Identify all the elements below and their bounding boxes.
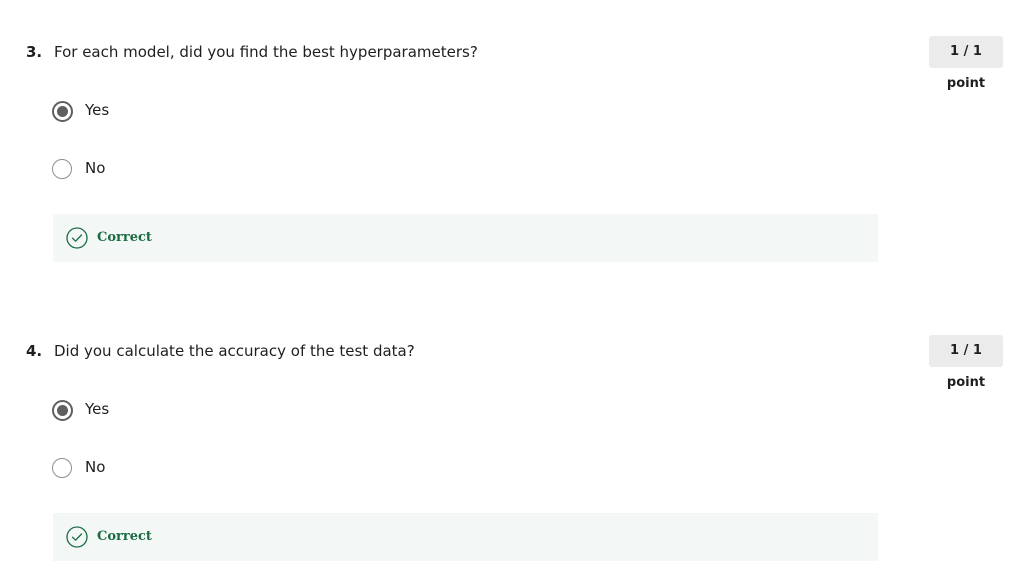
option-label: No — [85, 159, 106, 177]
feedback-correct: Correct — [53, 513, 878, 561]
feedback-label: Correct — [97, 529, 152, 544]
points-badge: 1 / 1 point — [929, 36, 1003, 91]
question-number: 4. — [26, 342, 43, 360]
radio-button-selected[interactable] — [52, 400, 73, 421]
question-number: 3. — [26, 43, 43, 61]
feedback-label: Correct — [97, 230, 152, 245]
question-header: 3. For each model, did you find the best… — [0, 36, 1023, 91]
option-label: No — [85, 458, 106, 476]
radio-button-selected[interactable] — [52, 101, 73, 122]
option-label: Yes — [85, 101, 110, 119]
check-circle-icon — [66, 227, 88, 249]
option-label: Yes — [85, 400, 110, 418]
points-badge: 1 / 1 point — [929, 335, 1003, 390]
question-text: For each model, did you find the best hy… — [54, 43, 478, 61]
radio-button[interactable] — [52, 458, 72, 478]
feedback-correct: Correct — [53, 214, 878, 262]
question-text: Did you calculate the accuracy of the te… — [54, 342, 415, 360]
radio-button[interactable] — [52, 159, 72, 179]
question-header: 4. Did you calculate the accuracy of the… — [0, 335, 1023, 390]
check-circle-icon — [66, 526, 88, 548]
